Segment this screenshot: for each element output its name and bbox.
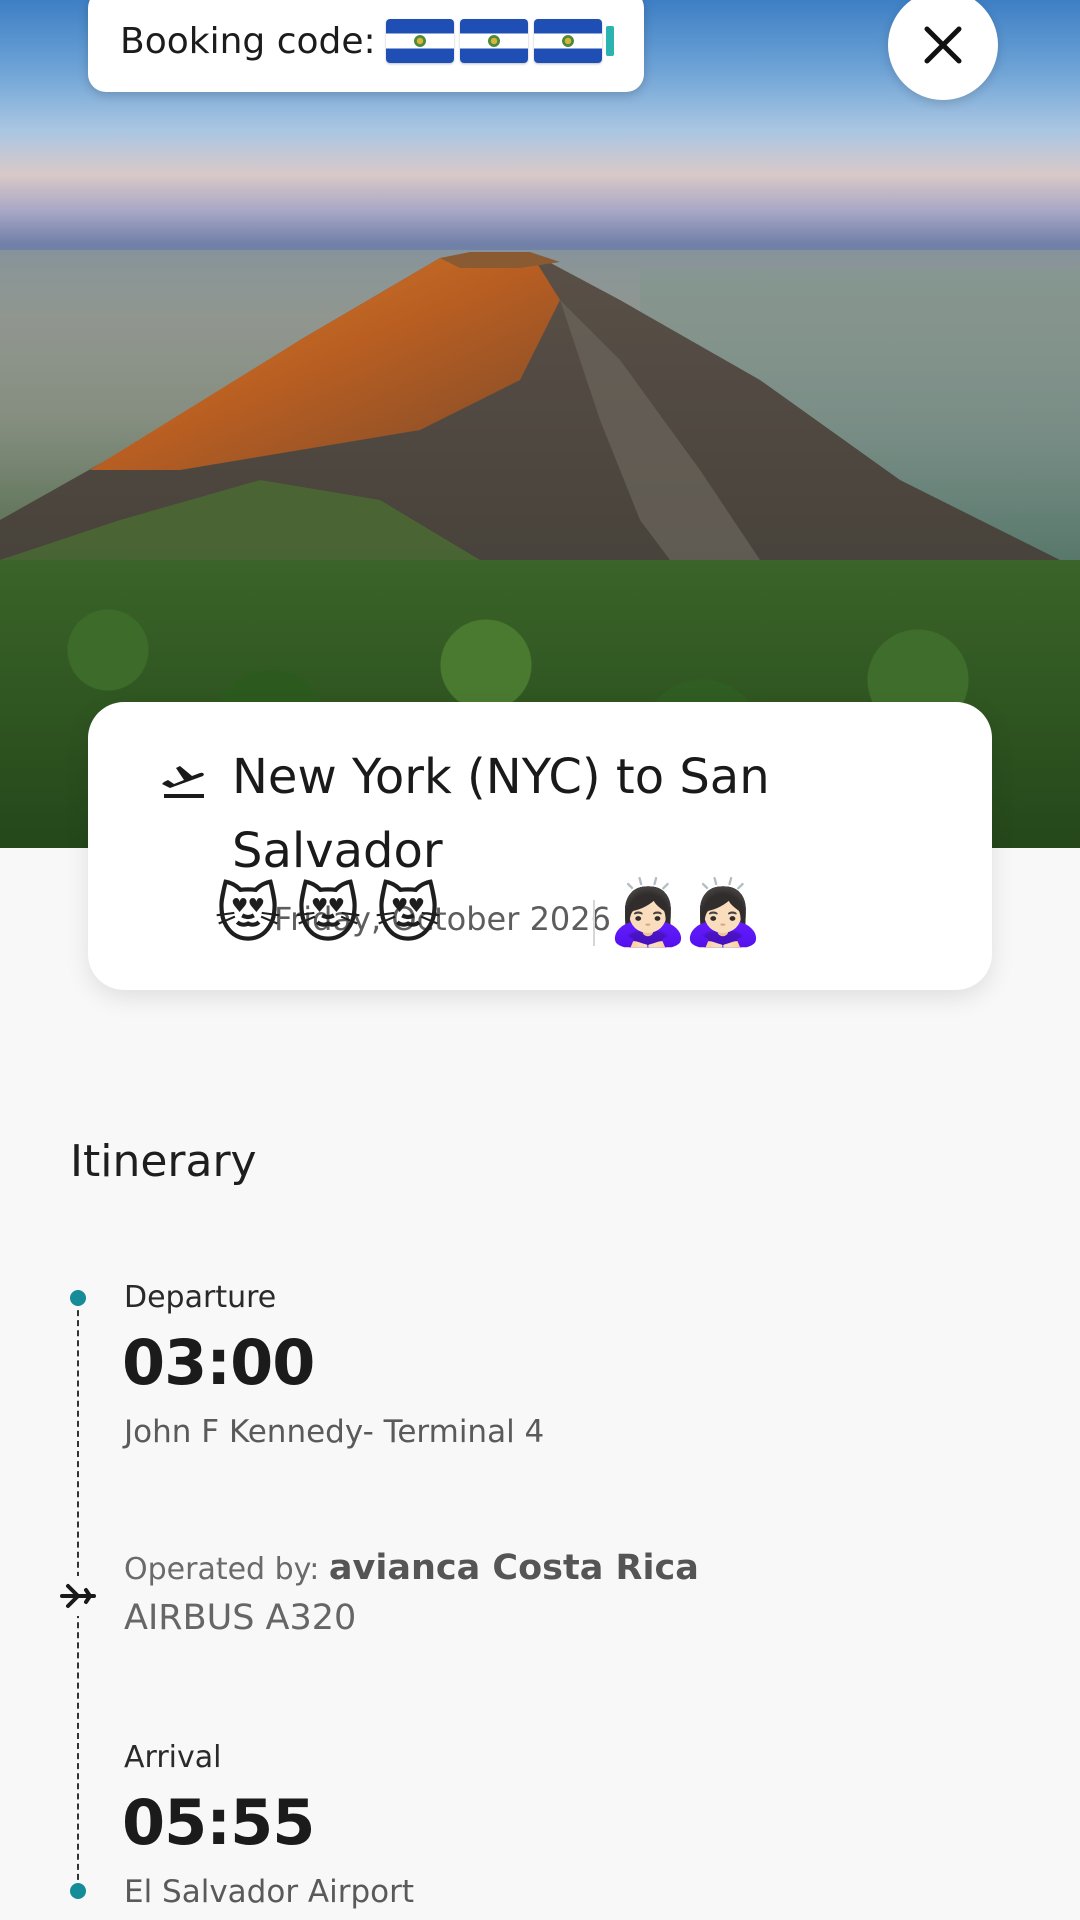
- booking-code-value: [385, 19, 614, 63]
- booking-code-tail: [605, 26, 614, 56]
- el-salvador-flag-icon: [459, 19, 528, 63]
- departure-place: John F Kennedy- Terminal 4: [124, 1414, 545, 1450]
- heart-eyes-cat-emoji: 😻: [294, 878, 362, 952]
- departure-label: Departure: [124, 1280, 277, 1315]
- el-salvador-flag-icon: [385, 19, 454, 63]
- date-emoji-overlay: 😻 😻 😻: [208, 880, 448, 950]
- operated-by-line: Operated by: avianca Costa Rica: [124, 1548, 699, 1588]
- route-summary-card: New York (NYC) to San Salvador Friday, O…: [88, 702, 992, 990]
- meta-divider: [593, 900, 595, 946]
- arrival-label: Arrival: [124, 1740, 222, 1775]
- passenger-emoji-group: 🙇🏻‍♀️ 🙇🏻‍♀️: [608, 876, 763, 950]
- airplane-takeoff-icon: [162, 766, 204, 798]
- airplane-icon: [58, 1576, 98, 1616]
- arrival-time: 05:55: [122, 1786, 315, 1859]
- heart-eyes-cat-emoji: 😻: [214, 878, 282, 952]
- booking-code-label: Booking code:: [120, 20, 376, 62]
- heart-eyes-cat-emoji: 😻: [374, 878, 442, 952]
- itinerary-heading: Itinerary: [70, 1136, 257, 1187]
- bowing-woman-emoji: 🙇🏻‍♀️: [608, 876, 688, 950]
- operated-by-label: Operated by:: [124, 1552, 320, 1587]
- arrival-dot: [70, 1883, 86, 1899]
- close-icon: [924, 26, 962, 64]
- route-title: New York (NYC) to San Salvador: [232, 749, 770, 879]
- departure-time: 03:00: [122, 1326, 315, 1399]
- departure-dot: [70, 1290, 86, 1306]
- airline-name: avianca Costa Rica: [328, 1548, 699, 1588]
- arrival-place: El Salvador Airport: [124, 1874, 415, 1910]
- aircraft-type: AIRBUS A320: [124, 1598, 357, 1638]
- emoji-sticker-group: 😻 😻 😻: [208, 880, 448, 950]
- bowing-woman-emoji: 🙇🏻‍♀️: [683, 876, 763, 950]
- el-salvador-flag-icon: [533, 19, 602, 63]
- trip-details-screen: Booking code: New York (NYC) to San Salv…: [0, 0, 1080, 1920]
- booking-code-badge: Booking code:: [88, 0, 644, 92]
